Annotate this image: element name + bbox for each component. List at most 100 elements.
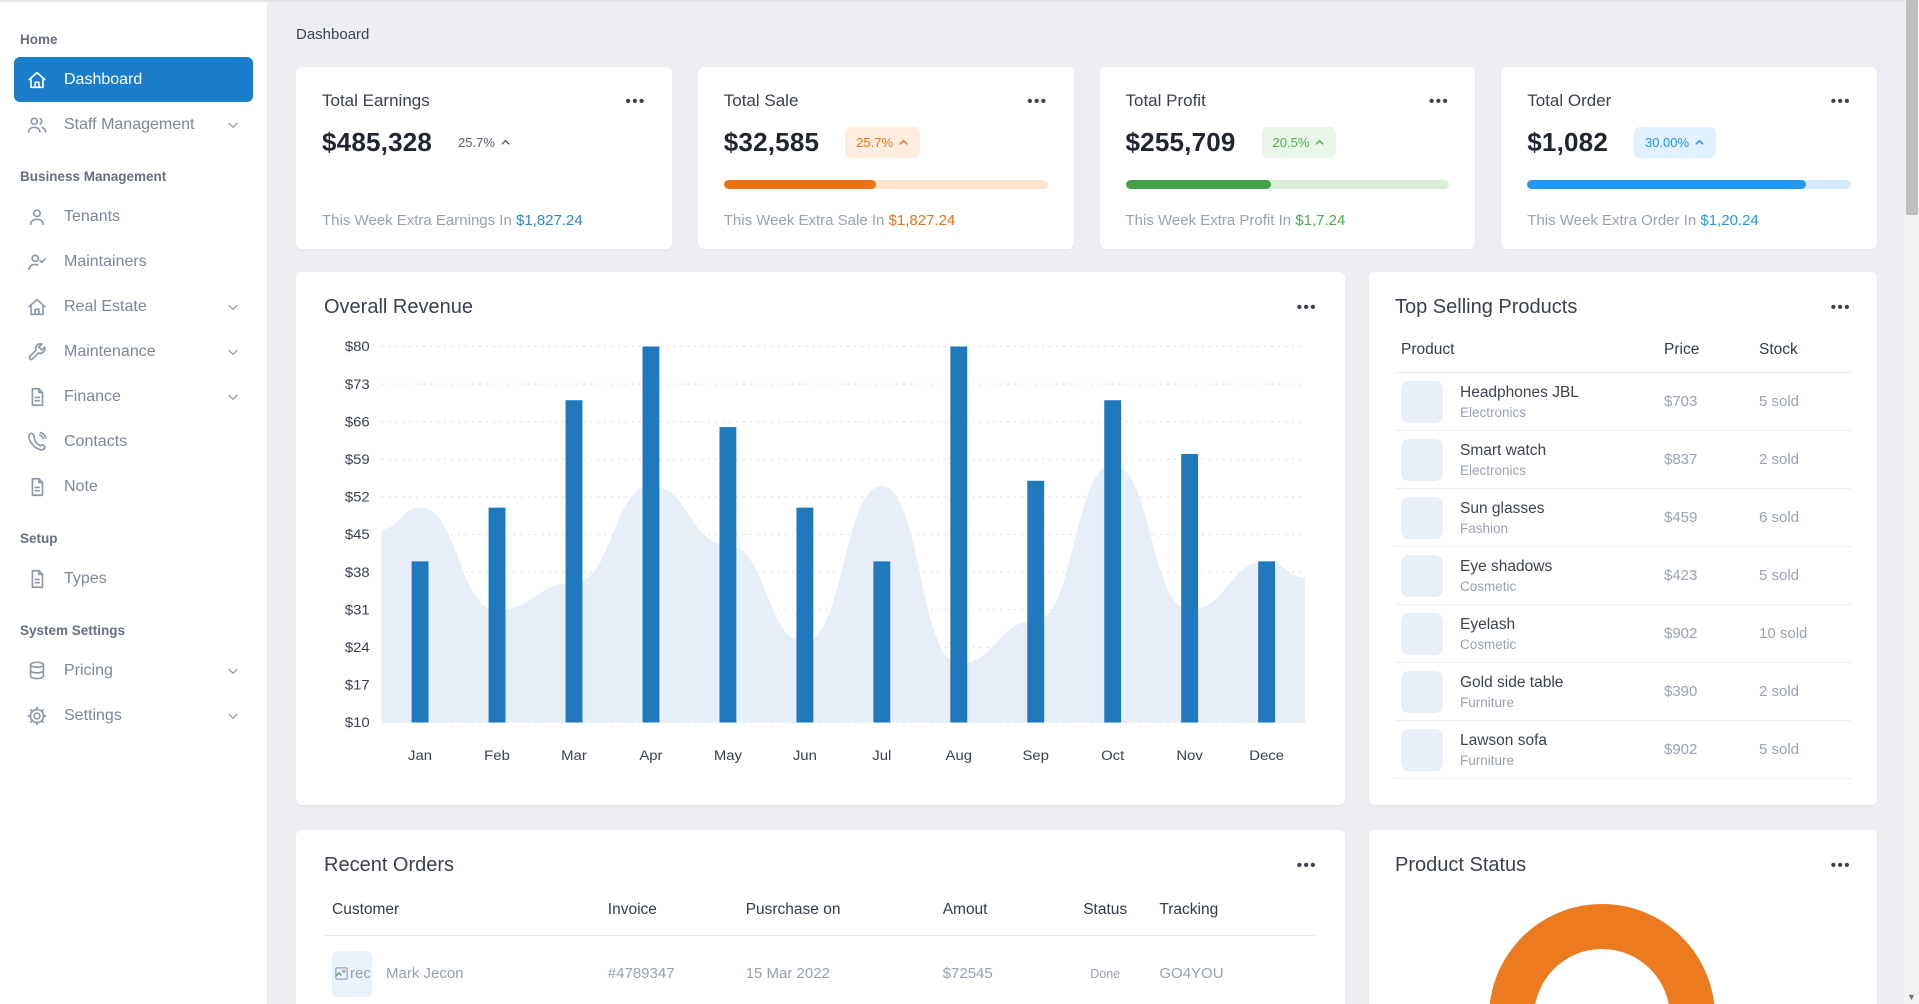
table-row[interactable]: Headphones JBL Electronics $703 5 sold xyxy=(1395,373,1851,431)
column-header: Stock xyxy=(1759,341,1798,358)
sidebar-item-staff-management[interactable]: Staff Management xyxy=(14,102,253,147)
sidebar-item-label: Note xyxy=(64,477,98,495)
sidebar-item-real-estate[interactable]: Real Estate xyxy=(14,284,253,329)
document-icon xyxy=(26,386,48,408)
product-image-placeholder xyxy=(1401,380,1443,423)
phone-icon xyxy=(26,431,48,453)
stat-percent: 25.7% xyxy=(856,135,894,150)
svg-text:Feb: Feb xyxy=(484,748,510,764)
overall-revenue-panel: Overall Revenue $80 $73 $66 $59 $52 $45 $38 $31… xyxy=(296,272,1345,805)
chevron-down-icon xyxy=(225,708,241,724)
sidebar-section-label: Home xyxy=(20,32,58,47)
panel-menu-button[interactable] xyxy=(1297,858,1317,873)
order-status-badge: Done xyxy=(1090,966,1121,981)
sidebar-item-contacts[interactable]: Contacts xyxy=(14,419,253,464)
svg-text:$31: $31 xyxy=(345,603,370,619)
product-price: $459 xyxy=(1664,509,1698,526)
card-menu-button[interactable] xyxy=(625,94,645,109)
scrollbar-down-arrow-icon[interactable]: ▼ xyxy=(1904,992,1919,1002)
sidebar-item-note[interactable]: Note xyxy=(14,464,253,509)
home-icon xyxy=(26,69,48,91)
svg-text:$38: $38 xyxy=(345,565,370,581)
sidebar-item-dashboard[interactable]: Dashboard xyxy=(14,57,253,102)
product-category: Cosmetic xyxy=(1460,578,1517,594)
sidebar-item-label: Finance xyxy=(64,387,121,405)
sidebar-item-label: Types xyxy=(64,569,107,587)
card-menu-button[interactable] xyxy=(1831,94,1851,109)
sidebar: Home Dashboard Staff Management Business… xyxy=(0,0,268,1004)
stat-note-text: This Week Extra Sale In xyxy=(723,212,885,229)
stat-percent-badge: 25.7% xyxy=(845,127,921,158)
product-price: $423 xyxy=(1664,567,1698,584)
product-category: Furniture xyxy=(1460,752,1515,768)
stat-percent-badge: 25.7% xyxy=(458,135,511,150)
stat-card-title: Total Profit xyxy=(1125,91,1206,110)
stat-progress-fill xyxy=(723,180,876,189)
svg-text:Sep: Sep xyxy=(1022,748,1049,764)
card-menu-button[interactable] xyxy=(1027,94,1047,109)
person-check-icon xyxy=(26,251,48,273)
sidebar-section: Home Dashboard Staff Management xyxy=(0,10,267,147)
product-name: Eye shadows xyxy=(1460,557,1553,575)
sidebar-item-settings[interactable]: Settings xyxy=(14,693,253,738)
sidebar-item-maintenance[interactable]: Maintenance xyxy=(14,329,253,374)
stat-percent-badge: 30.00% xyxy=(1633,127,1717,158)
svg-text:$17: $17 xyxy=(345,678,370,694)
panel-menu-button[interactable] xyxy=(1297,300,1317,315)
column-header: Pusrchase on xyxy=(745,901,841,918)
main-content: Dashboard Total Earnings $485,328 25.7% … xyxy=(268,0,1904,1004)
svg-text:$10: $10 xyxy=(345,716,370,732)
chevron-down-icon xyxy=(225,389,241,405)
panel-menu-button[interactable] xyxy=(1831,300,1851,315)
sidebar-item-tenants[interactable]: Tenants xyxy=(14,194,253,239)
svg-text:$52: $52 xyxy=(345,490,370,506)
sidebar-item-pricing[interactable]: Pricing xyxy=(14,648,253,693)
document-icon xyxy=(26,476,48,498)
card-menu-button[interactable] xyxy=(1429,94,1449,109)
person-icon xyxy=(26,206,48,228)
svg-text:Jul: Jul xyxy=(872,748,891,764)
chevron-up-icon xyxy=(899,139,908,145)
sidebar-item-maintainers[interactable]: Maintainers xyxy=(14,239,253,284)
sidebar-section-label: System Settings xyxy=(20,623,126,638)
table-row[interactable]: rece Mark Jecon #4789347 15 Mar 2022 $72… xyxy=(324,936,1317,1004)
svg-text:May: May xyxy=(714,748,743,764)
product-name: Sun glasses xyxy=(1460,499,1545,517)
panel-menu-button[interactable] xyxy=(1831,858,1851,873)
product-name: Gold side table xyxy=(1460,673,1564,691)
sidebar-item-finance[interactable]: Finance xyxy=(14,374,253,419)
table-row[interactable]: Eyelash Cosmetic $902 10 sold xyxy=(1395,605,1851,663)
product-status-panel: Product Status xyxy=(1369,830,1877,1004)
table-row[interactable]: Lawson sofa Furniture $902 5 sold xyxy=(1395,721,1851,779)
product-image-placeholder xyxy=(1401,438,1443,481)
sidebar-item-label: Real Estate xyxy=(64,297,147,315)
stat-value: $32,585 xyxy=(723,127,820,157)
svg-text:Aug: Aug xyxy=(946,748,973,764)
table-row[interactable]: Smart watch Electronics $837 2 sold xyxy=(1395,431,1851,489)
product-image-placeholder xyxy=(1401,670,1443,713)
product-name: Lawson sofa xyxy=(1460,731,1548,749)
chevron-down-icon xyxy=(225,344,241,360)
product-category: Electronics xyxy=(1460,462,1527,478)
stat-percent: 20.5% xyxy=(1272,135,1310,150)
panel-title: Recent Orders xyxy=(324,854,455,876)
sidebar-section: Setup Types xyxy=(0,509,267,601)
table-row[interactable]: Eye shadows Cosmetic $423 5 sold xyxy=(1395,547,1851,605)
chevron-up-icon xyxy=(1695,139,1704,145)
breadcrumb: Dashboard xyxy=(296,26,370,43)
chevron-up-icon xyxy=(1315,139,1324,145)
stat-note-text: This Week Extra Earnings In xyxy=(322,212,512,229)
svg-text:$66: $66 xyxy=(345,415,370,431)
table-row[interactable]: Gold side table Furniture $390 2 sold xyxy=(1395,663,1851,721)
stat-note-amount: $1,827.24 xyxy=(515,212,583,229)
stat-progress-track xyxy=(723,180,1048,189)
scrollbar-thumb[interactable] xyxy=(1905,0,1918,215)
sidebar-item-types[interactable]: Types xyxy=(14,556,253,601)
users-icon xyxy=(26,114,48,136)
product-category: Furniture xyxy=(1460,694,1515,710)
stat-card: Total Earnings $485,328 25.7% This Week … xyxy=(296,67,672,249)
table-row[interactable]: Sun glasses Fashion $459 6 sold xyxy=(1395,489,1851,547)
product-image-placeholder xyxy=(1401,496,1443,539)
stat-card: Total Sale $32,585 25.7% This Week Extra… xyxy=(697,67,1074,249)
page-scrollbar[interactable]: ▼ xyxy=(1904,0,1919,1004)
